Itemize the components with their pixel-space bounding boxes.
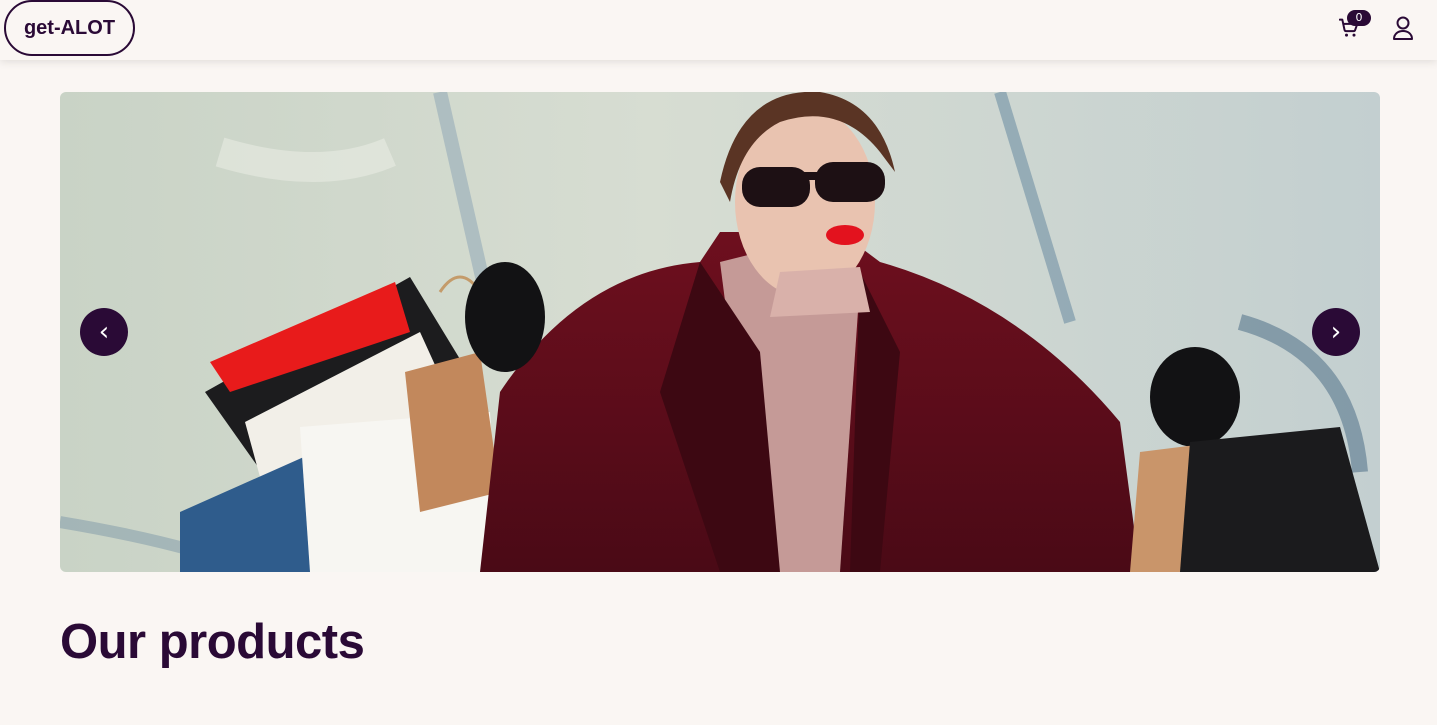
cart-count-badge: 0 bbox=[1347, 10, 1371, 26]
site-header: get-ALOT 0 bbox=[0, 0, 1437, 60]
logo-button[interactable]: get-ALOT bbox=[4, 0, 135, 56]
cart-button[interactable]: 0 bbox=[1337, 10, 1371, 42]
user-account-button[interactable] bbox=[1392, 15, 1414, 41]
hero-carousel: ‹ › bbox=[60, 92, 1380, 572]
section-title: Our products bbox=[60, 615, 365, 669]
carousel-prev-button[interactable]: ‹ bbox=[80, 308, 128, 356]
user-icon bbox=[1393, 16, 1413, 40]
hero-image bbox=[60, 92, 1380, 572]
carousel-next-button[interactable]: › bbox=[1312, 308, 1360, 356]
